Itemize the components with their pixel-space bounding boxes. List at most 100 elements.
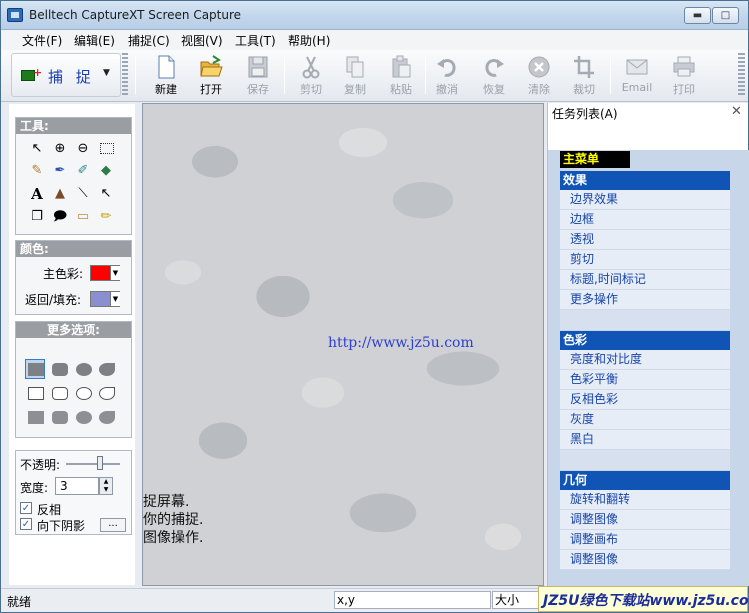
arrow-tool-icon[interactable]: ↖ [97,185,115,203]
shaded-ellipse-icon[interactable] [76,411,92,424]
eyedropper-icon[interactable]: ✐ [74,162,92,180]
task-color-balance[interactable]: 色彩平衡 [560,370,730,390]
clear-button[interactable]: 清除 [515,54,563,98]
filled-pie-icon[interactable] [99,363,115,376]
fill-color-label: 返回/填充: [25,293,82,307]
task-border-effect[interactable]: 边界效果 [560,190,730,210]
redo-button[interactable]: 恢复 [470,54,518,98]
task-invert-colors[interactable]: 反相色彩 [560,390,730,410]
save-button[interactable]: 保存 [234,54,282,98]
undo-label: 撤消 [436,83,458,96]
invert-checkbox[interactable]: ✓ [20,502,32,514]
task-grayscale[interactable]: 灰度 [560,410,730,430]
fill-bucket-icon[interactable]: ◆ [97,162,115,180]
shape-tool-icon[interactable]: ❐ [28,208,46,226]
filled-rect-icon[interactable] [28,363,44,376]
task-frame[interactable]: 边框 [560,210,730,230]
outline-pie-icon[interactable] [99,387,115,400]
callout-icon[interactable]: 🗩 [51,208,69,226]
task-rotate-flip[interactable]: 旋转和翻转 [560,490,730,510]
main-menu-header[interactable]: 主菜单 [560,151,630,168]
eraser-icon[interactable]: ▭ [74,208,92,226]
crop-button[interactable]: 裁切 [560,54,608,98]
opacity-slider-thumb[interactable] [97,456,103,470]
shadow-settings-button[interactable]: ... [100,518,126,532]
menu-file[interactable]: 文件(F) [22,32,62,49]
undo-button[interactable]: 撤消 [423,54,471,98]
primary-color-dropdown-icon[interactable]: ▼ [110,266,120,280]
brush-icon[interactable]: ✎ [28,162,46,180]
text-tool-icon[interactable]: A [28,185,46,203]
stamp-icon[interactable]: ▲ [51,185,69,203]
fill-color-dropdown-icon[interactable]: ▼ [110,292,120,306]
task-resize-image[interactable]: 调整图像 [560,510,730,530]
pointer-icon[interactable]: ↖ [28,140,46,158]
task-adjust-image[interactable]: 调整图像 [560,550,730,570]
rect-select-icon[interactable] [100,143,114,154]
new-button[interactable]: 新建 [142,54,190,98]
menu-tools[interactable]: 工具(T) [235,32,276,49]
image-canvas[interactable]: http://www.jz5u.com 捉屏幕. 你的捕捉. 图像操作. [142,103,544,586]
open-button[interactable]: 打开 [187,54,235,98]
outline-roundrect-icon[interactable] [52,387,68,400]
geometry-group-title[interactable]: 几何 [560,471,730,490]
highlighter-icon[interactable]: ✒ [51,162,69,180]
opacity-slider-track[interactable] [66,463,120,465]
paste-button[interactable]: 粘贴 [377,54,425,98]
email-button[interactable]: Email [613,54,661,98]
task-more-actions[interactable]: 更多操作 [560,290,730,310]
invert-label: 反相 [37,503,62,517]
menu-help[interactable]: 帮助(H) [288,32,330,49]
clear-icon [528,56,550,78]
line-tool-icon[interactable]: ⟍ [74,185,92,203]
window-title: Belltech CaptureXT Screen Capture [29,8,242,22]
effects-group-title[interactable]: 效果 [560,171,730,190]
email-icon [626,59,648,75]
zoom-out-icon[interactable]: ⊖ [74,140,92,158]
width-spinner[interactable]: ▲ ▼ [99,477,113,495]
task-pane-close-icon[interactable]: ✕ [731,104,742,119]
task-resize-canvas[interactable]: 调整画布 [560,530,730,550]
clear-label: 清除 [528,83,550,96]
cut-button[interactable]: 剪切 [287,54,335,98]
toolbar-end-grip[interactable] [738,53,745,97]
shaded-pie-icon[interactable] [99,411,115,424]
task-brightness-contrast[interactable]: 亮度和对比度 [560,350,730,370]
capture-dropdown-icon[interactable]: ▼ [103,68,110,78]
app-window: Belltech CaptureXT Screen Capture ▬ □ 文件… [0,0,749,613]
zoom-in-icon[interactable]: ⊕ [51,140,69,158]
maximize-button[interactable]: □ [712,7,739,24]
canvas-text-line-3: 图像操作. [143,530,204,546]
filled-ellipse-icon[interactable] [76,363,92,376]
paste-icon [392,55,411,78]
print-button[interactable]: 打印 [660,54,708,98]
outline-rect-icon[interactable] [28,387,44,400]
shaded-roundrect-icon[interactable] [52,411,68,424]
task-black-white[interactable]: 黑白 [560,430,730,450]
menu-view[interactable]: 视图(V) [181,32,223,49]
capture-icon [21,66,42,81]
task-cut[interactable]: 剪切 [560,250,730,270]
toolbar-separator [610,56,611,94]
task-perspective[interactable]: 透视 [560,230,730,250]
task-pane: 任务列表(A) ✕ 主菜单 效果 边界效果 边框 透视 剪切 标题,时间标记 更… [547,103,749,586]
email-label: Email [621,81,653,94]
shadow-checkbox[interactable]: ✓ [20,518,32,530]
task-caption-timestamp[interactable]: 标题,时间标记 [560,270,730,290]
color-group-title[interactable]: 色彩 [560,331,730,350]
outline-ellipse-icon[interactable] [76,387,92,400]
minimize-button[interactable]: ▬ [684,7,711,24]
copy-button[interactable]: 复制 [331,54,379,98]
menu-capture[interactable]: 捕捉(C) [128,32,170,49]
shaded-rect-icon[interactable] [28,411,44,424]
status-size: 大小 [492,591,540,609]
color-group: 色彩 亮度和对比度 色彩平衡 反相色彩 灰度 黑白 [560,331,730,470]
canvas-link-text: http://www.jz5u.com [328,335,474,351]
width-input[interactable]: 3 [55,477,99,495]
toolbar-grip[interactable] [122,53,128,97]
filled-roundrect-icon[interactable] [52,363,68,376]
marker-icon[interactable]: ✏ [97,208,115,226]
menu-edit[interactable]: 编辑(E) [74,32,115,49]
capture-button[interactable]: 捕 捉 ▼ [11,53,121,97]
title-bar: Belltech CaptureXT Screen Capture ▬ □ [1,1,748,30]
